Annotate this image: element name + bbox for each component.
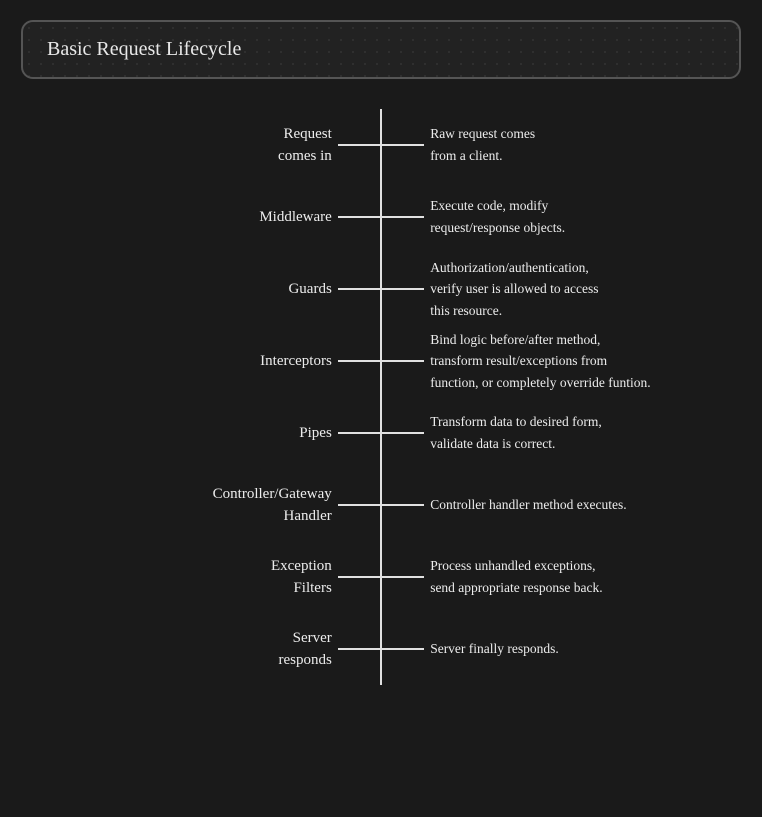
label-middleware: Middleware [21,206,338,229]
label-pipes: Pipes [21,422,338,445]
description-middleware: Execute code, modifyrequest/response obj… [424,195,741,238]
label-exception-filters: ExceptionFilters [21,555,338,600]
description-exception-filters: Process unhandled exceptions,send approp… [424,555,741,598]
description-request-comes-in: Raw request comesfrom a client. [424,123,741,166]
label-server-responds: Serverresponds [21,627,338,672]
label-guards: Guards [21,278,338,301]
label-controller-gateway-handler: Controller/GatewayHandler [21,483,338,528]
lifecycle-row-interceptors: Interceptors Bind logic before/after meth… [21,325,741,397]
description-controller-gateway-handler: Controller handler method executes. [424,494,741,516]
description-guards: Authorization/authentication,verify user… [424,257,741,322]
description-server-responds: Server finally responds. [424,638,741,660]
label-request-comes-in: Requestcomes in [21,123,338,168]
title-box: Basic Request Lifecycle [21,20,741,79]
lifecycle-row-pipes: Pipes Transform data to desired form,vali… [21,397,741,469]
diagram-area: Requestcomes in Raw request comesfrom a c… [21,109,741,685]
lifecycle-row-controller-gateway-handler: Controller/GatewayHandler Controller hand… [21,469,741,541]
lifecycle-row-server-responds: Serverresponds Server finally responds. [21,613,741,685]
lifecycle-row-middleware: Middleware Execute code, modifyrequest/re… [21,181,741,253]
lifecycle-row-request-comes-in: Requestcomes in Raw request comesfrom a c… [21,109,741,181]
description-pipes: Transform data to desired form,validate … [424,411,741,454]
page-title: Basic Request Lifecycle [47,38,241,60]
lifecycle-row-exception-filters: ExceptionFilters Process unhandled except… [21,541,741,613]
description-interceptors: Bind logic before/after method,transform… [424,329,741,394]
lifecycle-row-guards: Guards Authorization/authentication,verif… [21,253,741,325]
page-container: Basic Request Lifecycle Requestcomes inR… [21,20,741,685]
label-interceptors: Interceptors [21,350,338,373]
